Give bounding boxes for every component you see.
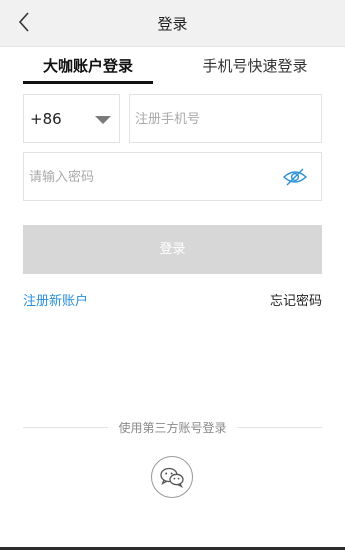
forgot-password-link[interactable]: 忘记密码 <box>270 290 322 309</box>
country-code-value: +86 <box>30 110 62 128</box>
eye-slash-icon <box>282 168 308 186</box>
third-party-divider: 使用第三方账号登录 <box>23 419 322 437</box>
login-screen: 登录 大咖账户登录 手机号快速登录 +86 登录 注册新账户 忘记密码 使用第三… <box>0 0 345 550</box>
wechat-icon <box>160 467 184 488</box>
divider-line-right <box>237 427 322 428</box>
register-link[interactable]: 注册新账户 <box>23 290 88 309</box>
header-bar: 登录 <box>0 0 345 47</box>
phone-field <box>129 94 322 143</box>
phone-input[interactable] <box>135 109 315 129</box>
toggle-password-visibility-button[interactable] <box>281 164 309 190</box>
page-title: 登录 <box>157 15 188 33</box>
wechat-login-button[interactable] <box>151 456 193 498</box>
password-field <box>23 152 322 201</box>
country-code-select[interactable]: +86 <box>23 94 120 143</box>
login-tabs: 大咖账户登录 手机号快速登录 <box>0 46 345 86</box>
password-input[interactable] <box>29 167 269 187</box>
active-tab-indicator <box>23 81 153 84</box>
dropdown-caret-icon <box>95 116 111 124</box>
tab-sms-login[interactable]: 手机号快速登录 <box>190 46 320 84</box>
tab-password-login[interactable]: 大咖账户登录 <box>23 46 153 84</box>
login-button[interactable]: 登录 <box>23 225 322 274</box>
